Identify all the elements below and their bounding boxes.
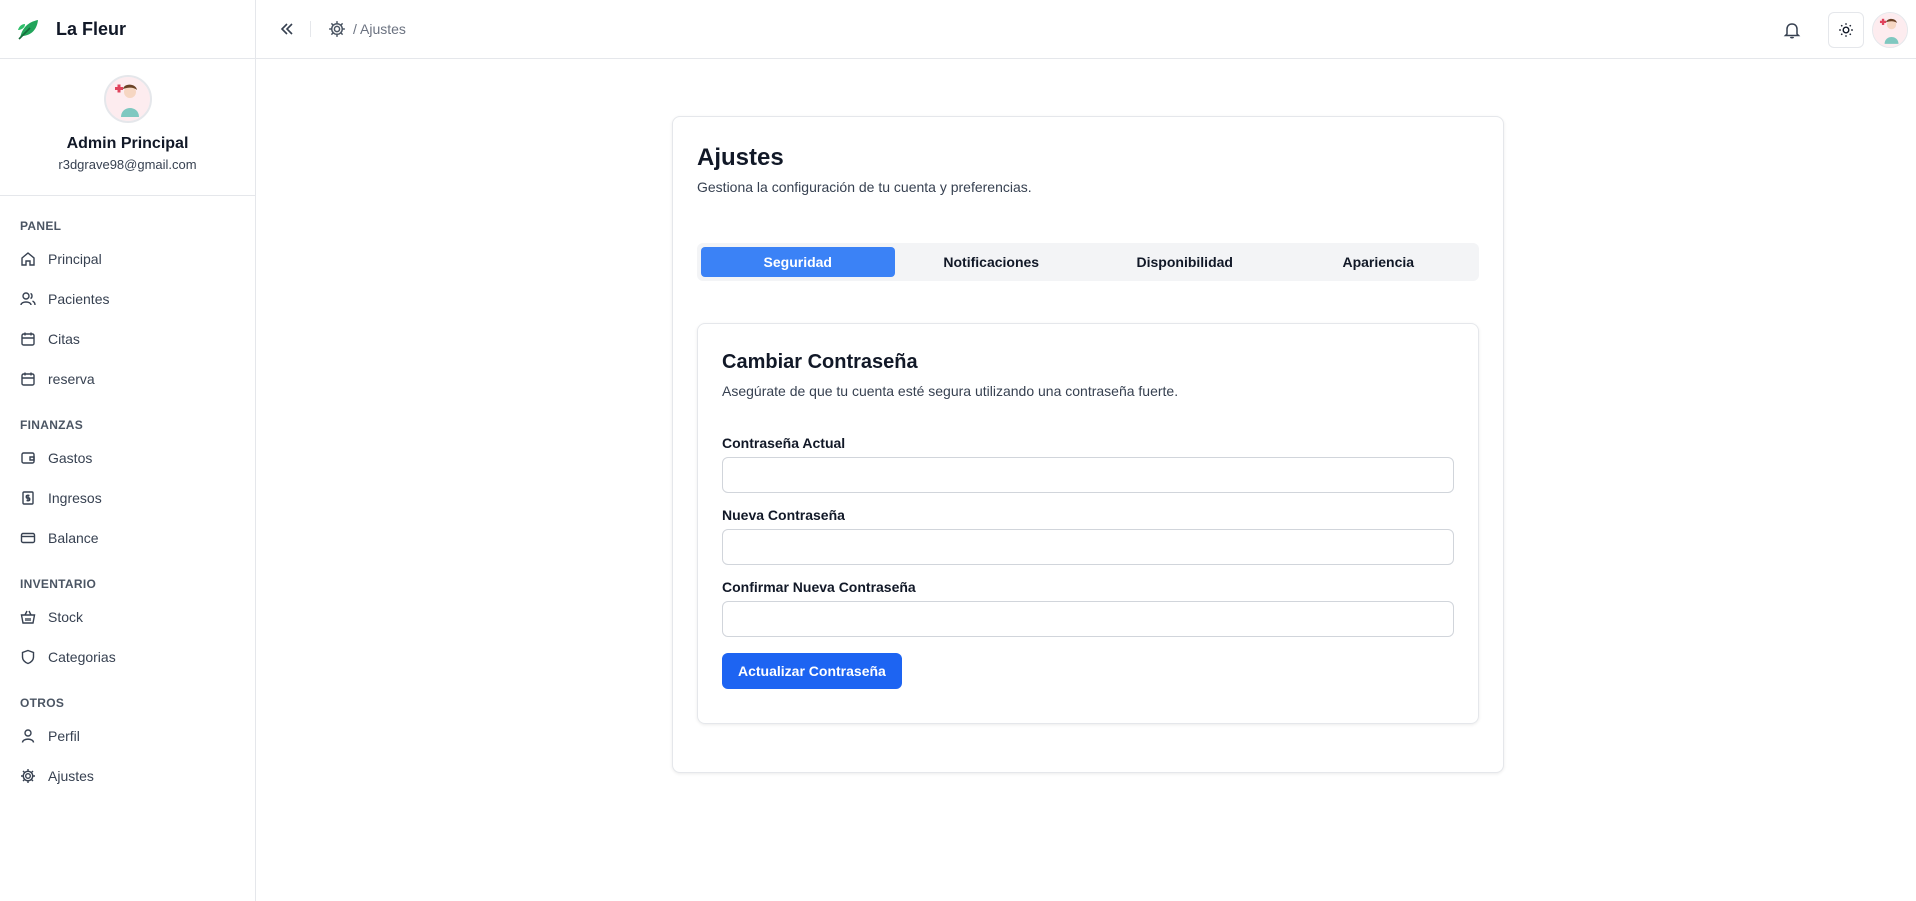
sidebar-item-label: Perfil — [48, 728, 80, 744]
sidebar-item-ajustes[interactable]: Ajustes — [0, 756, 255, 796]
settings-card: Ajustes Gestiona la configuración de tu … — [672, 116, 1504, 773]
breadcrumb: / Ajustes — [353, 21, 406, 37]
sidebar: La Fleur Admin Principal r3dgrave98@gmai… — [0, 0, 256, 901]
current-password-input[interactable] — [722, 457, 1454, 493]
gear-icon — [327, 19, 347, 39]
avatar[interactable] — [103, 75, 152, 123]
new-password-label: Nueva Contraseña — [722, 507, 845, 523]
sidebar-item-categorias[interactable]: Categorias — [0, 637, 255, 677]
calendar-icon — [20, 331, 36, 347]
sidebar-item-label: Categorias — [48, 649, 116, 665]
section-subtitle: Asegúrate de que tu cuenta esté segura u… — [722, 383, 1179, 399]
tab-notificaciones[interactable]: Notificaciones — [895, 247, 1089, 277]
sidebar-item-label: Stock — [48, 609, 84, 625]
sidebar-item-label: Principal — [48, 251, 102, 267]
user-name: Admin Principal — [66, 135, 189, 152]
shield-icon — [20, 649, 36, 665]
nav-section-title: INVENTARIO — [20, 577, 97, 591]
sidebar-item-label: Citas — [48, 331, 80, 347]
user-email: r3dgrave98@gmail.com — [58, 157, 197, 172]
home-icon — [20, 251, 36, 267]
sidebar-item-principal[interactable]: Principal — [0, 239, 255, 279]
page-title: Ajustes — [697, 144, 784, 171]
confirm-password-label: Confirmar Nueva Contraseña — [722, 579, 916, 595]
user-profile: Admin Principal r3dgrave98@gmail.com — [0, 59, 255, 196]
notifications-button[interactable] — [1774, 12, 1810, 48]
credit-card-icon — [20, 530, 36, 546]
change-password-panel: Cambiar Contraseña Asegúrate de que tu c… — [697, 323, 1479, 724]
password-form: Contraseña Actual Nueva Contraseña Confi… — [722, 435, 1454, 689]
tab-apariencia[interactable]: Apariencia — [1282, 247, 1476, 277]
user-avatar-button[interactable] — [1872, 11, 1908, 48]
top-bar-actions — [1774, 0, 1908, 59]
basket-icon — [20, 609, 36, 625]
sidebar-nav: PANEL Principal Pacientes Citas reserva … — [0, 196, 255, 796]
sidebar-item-ingresos[interactable]: Ingresos — [0, 478, 255, 518]
users-icon — [20, 291, 36, 307]
new-password-input[interactable] — [722, 529, 1454, 565]
section-title: Cambiar Contraseña — [722, 351, 918, 373]
user-icon — [20, 728, 36, 744]
sidebar-item-label: reserva — [48, 371, 95, 387]
sidebar-item-label: Gastos — [48, 450, 93, 466]
sidebar-item-label: Pacientes — [48, 291, 110, 307]
gear-icon — [20, 768, 36, 784]
sidebar-item-citas[interactable]: Citas — [0, 319, 255, 359]
sidebar-item-reserva[interactable]: reserva — [0, 359, 255, 399]
brand[interactable]: La Fleur — [0, 0, 255, 59]
sidebar-item-stock[interactable]: Stock — [0, 597, 255, 637]
collapse-sidebar-button[interactable] — [276, 18, 298, 40]
bell-icon — [1783, 22, 1801, 38]
sidebar-item-balance[interactable]: Balance — [0, 518, 255, 558]
sidebar-item-gastos[interactable]: Gastos — [0, 438, 255, 478]
nav-section-title: FINANZAS — [20, 418, 84, 432]
receipt-icon — [20, 490, 36, 506]
sidebar-item-label: Ingresos — [48, 490, 102, 506]
leaf-logo-icon — [16, 16, 42, 42]
sidebar-item-perfil[interactable]: Perfil — [0, 716, 255, 756]
sidebar-item-label: Balance — [48, 530, 99, 546]
new-password-group: Nueva Contraseña — [722, 507, 1454, 565]
current-password-group: Contraseña Actual — [722, 435, 1454, 493]
current-password-label: Contraseña Actual — [722, 435, 846, 451]
sidebar-item-pacientes[interactable]: Pacientes — [0, 279, 255, 319]
settings-tabs: Seguridad Notificaciones Disponibilidad … — [697, 243, 1479, 281]
tab-seguridad[interactable]: Seguridad — [701, 247, 895, 277]
divider — [310, 21, 311, 37]
tab-disponibilidad[interactable]: Disponibilidad — [1088, 247, 1282, 277]
theme-toggle-button[interactable] — [1828, 11, 1864, 48]
confirm-password-input[interactable] — [722, 601, 1454, 637]
confirm-password-group: Confirmar Nueva Contraseña — [722, 579, 1454, 637]
sidebar-item-label: Ajustes — [48, 768, 94, 784]
nav-section-title: PANEL — [20, 219, 62, 233]
sun-icon — [1839, 22, 1853, 37]
top-bar: / Ajustes — [256, 0, 1916, 59]
page-subtitle: Gestiona la configuración de tu cuenta y… — [697, 179, 1032, 195]
calendar-icon — [20, 371, 36, 387]
chevrons-left-icon — [280, 23, 293, 35]
nav-section-title: OTROS — [20, 696, 65, 710]
update-password-button[interactable]: Actualizar Contraseña — [722, 653, 902, 689]
brand-name: La Fleur — [56, 18, 127, 39]
wallet-icon — [20, 450, 36, 466]
